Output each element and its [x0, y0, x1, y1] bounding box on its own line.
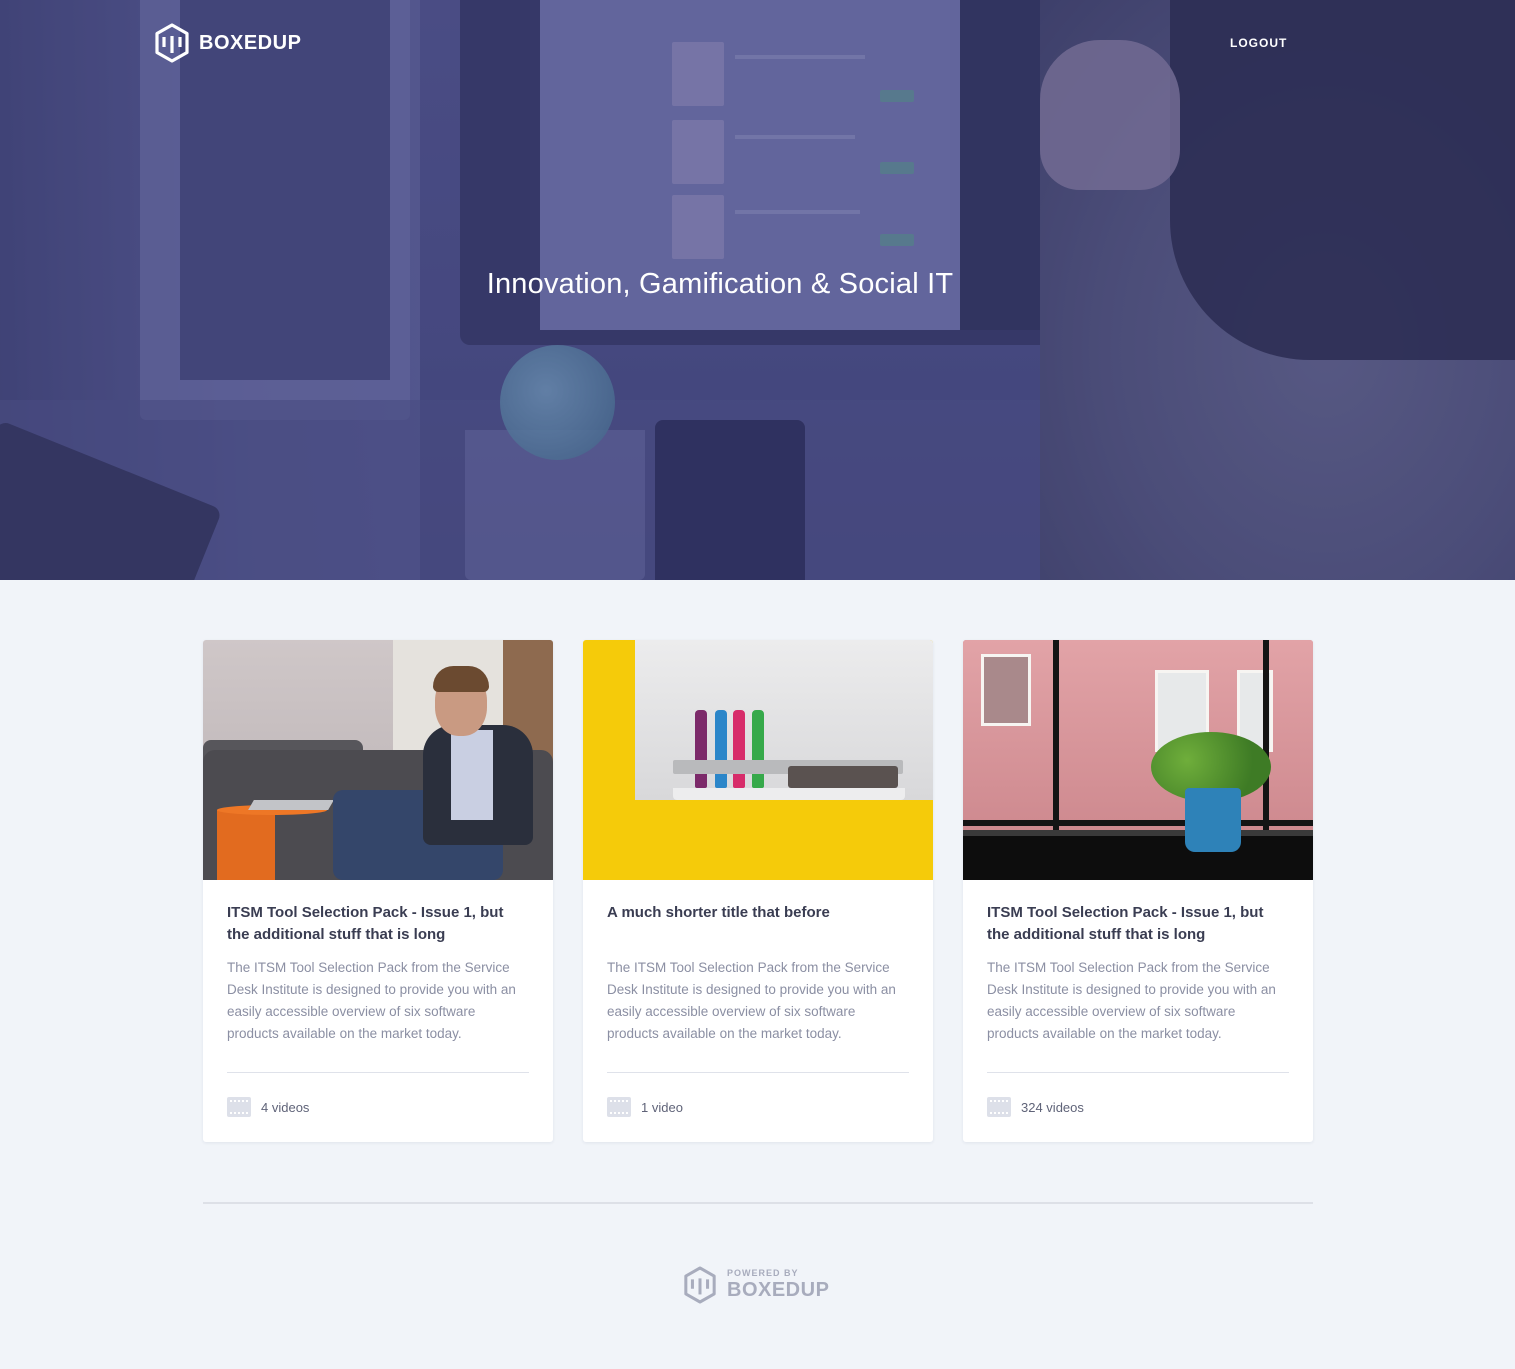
pack-card[interactable]: ITSM Tool Selection Pack - Issue 1, but … [963, 640, 1313, 1142]
powered-by-link[interactable]: POWERED BY BOXEDUP [683, 1265, 829, 1305]
hero-banner: BOXEDUP LOGOUT Innovation, Gamification … [0, 0, 1515, 580]
card-meta: 324 videos [987, 1097, 1084, 1117]
card-title[interactable]: ITSM Tool Selection Pack - Issue 1, but … [227, 902, 529, 946]
boxedup-hexagon-icon [684, 1266, 716, 1304]
card-image-man-laptop [203, 640, 553, 880]
pack-card[interactable]: ITSM Tool Selection Pack - Issue 1, but … [203, 640, 553, 1142]
page-title: Innovation, Gamification & Social IT [486, 268, 954, 300]
video-count: 1 video [641, 1099, 683, 1115]
card-title[interactable]: A much shorter title that before [607, 902, 909, 946]
powered-by-label: POWERED BY [727, 1268, 799, 1278]
card-image-plant-window [963, 640, 1313, 880]
pack-card-list: ITSM Tool Selection Pack - Issue 1, but … [203, 640, 1313, 1142]
card-divider [987, 1072, 1289, 1073]
card-description: The ITSM Tool Selection Pack from the Se… [987, 960, 1276, 1041]
video-count: 4 videos [261, 1099, 310, 1115]
boxedup-hexagon-icon [155, 23, 189, 63]
card-meta: 4 videos [227, 1097, 309, 1117]
film-icon [227, 1097, 251, 1117]
card-description: The ITSM Tool Selection Pack from the Se… [227, 960, 516, 1041]
card-divider [607, 1072, 909, 1073]
film-icon [607, 1097, 631, 1117]
logout-link[interactable]: LOGOUT [1230, 36, 1287, 50]
video-count: 324 videos [1021, 1099, 1084, 1115]
footer-divider [203, 1202, 1313, 1204]
card-image-markers [583, 640, 933, 880]
card-divider [227, 1072, 529, 1073]
pack-card[interactable]: A much shorter title that before The ITS… [583, 640, 933, 1142]
card-title[interactable]: ITSM Tool Selection Pack - Issue 1, but … [987, 902, 1289, 946]
card-meta: 1 video [607, 1097, 683, 1117]
brand-name: BOXEDUP [199, 31, 302, 54]
footer-brand-name: BOXEDUP [727, 1279, 830, 1301]
film-icon [987, 1097, 1011, 1117]
card-description: The ITSM Tool Selection Pack from the Se… [607, 960, 896, 1041]
brand-logo-link[interactable]: BOXEDUP [154, 23, 301, 63]
